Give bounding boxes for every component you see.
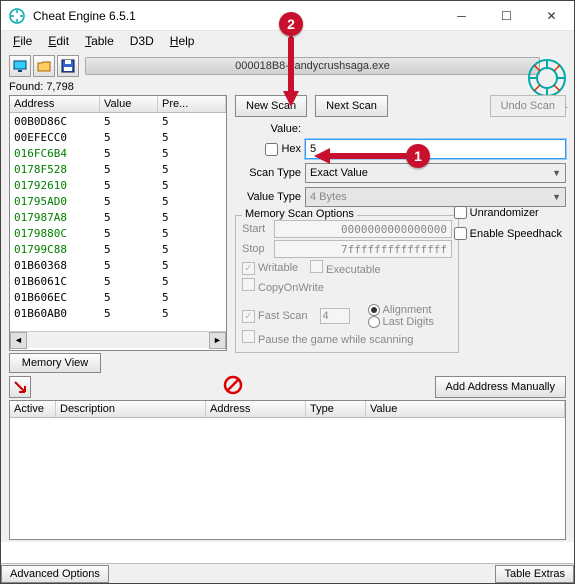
open-process-button[interactable] <box>9 55 31 77</box>
annotation-1: 1 <box>406 144 430 168</box>
ct-col-desc[interactable]: Description <box>56 401 206 417</box>
hex-label: Hex <box>281 143 301 155</box>
save-button[interactable] <box>57 55 79 77</box>
app-icon <box>9 8 25 24</box>
table-row[interactable]: 0178F52855 <box>10 161 226 177</box>
folder-open-icon <box>37 59 51 73</box>
table-row[interactable]: 0179880C55 <box>10 225 226 241</box>
col-value[interactable]: Value <box>100 96 158 112</box>
table-row[interactable]: 01799C8855 <box>10 241 226 257</box>
annotation-2-arrowhead <box>283 91 299 107</box>
fastscan-input[interactable] <box>320 308 350 324</box>
main-panel: 000018B8-candycrushsaga.exe Settings Fou… <box>1 51 574 542</box>
unrandomizer-checkbox[interactable] <box>454 206 467 219</box>
ct-col-addr[interactable]: Address <box>206 401 306 417</box>
writable-checkbox[interactable]: ✓ <box>242 262 255 275</box>
lastdigits-radio[interactable] <box>368 316 380 328</box>
close-button[interactable]: ✕ <box>529 1 574 31</box>
menu-table[interactable]: Table <box>77 32 122 50</box>
start-label: Start <box>242 223 274 235</box>
table-row[interactable]: 01B606EC55 <box>10 289 226 305</box>
cheatengine-logo-icon[interactable] <box>526 57 568 99</box>
value-label: Value: <box>235 123 305 135</box>
ct-col-active[interactable]: Active <box>10 401 56 417</box>
menu-file[interactable]: File <box>5 32 40 50</box>
table-row[interactable]: 0179261055 <box>10 177 226 193</box>
menu-d3d[interactable]: D3D <box>122 32 162 50</box>
advanced-options-button[interactable]: Advanced Options <box>1 565 109 583</box>
menu-help[interactable]: Help <box>162 32 203 50</box>
stop-label: Stop <box>242 243 274 255</box>
annotation-1-arrow <box>328 153 408 159</box>
scantype-label: Scan Type <box>235 167 305 179</box>
window-title: Cheat Engine 6.5.1 <box>33 9 439 23</box>
col-address[interactable]: Address <box>10 96 100 112</box>
valuetype-label: Value Type <box>235 191 305 203</box>
arrow-down-right-icon <box>13 380 27 394</box>
executable-checkbox[interactable] <box>310 260 323 273</box>
ct-col-type[interactable]: Type <box>306 401 366 417</box>
next-scan-button[interactable]: Next Scan <box>315 95 388 117</box>
table-row[interactable]: 01B6036855 <box>10 257 226 273</box>
cheat-table[interactable]: Active Description Address Type Value <box>9 400 566 540</box>
found-count: 7,798 <box>46 81 74 93</box>
annotation-1-arrowhead <box>314 148 330 164</box>
results-table[interactable]: Address Value Pre... 00B0D86C5500EFECC05… <box>9 95 227 351</box>
alignment-radio[interactable] <box>368 304 380 316</box>
table-extras-button[interactable]: Table Extras <box>495 565 574 583</box>
chevron-down-icon: ▼ <box>552 168 561 178</box>
open-file-button[interactable] <box>33 55 55 77</box>
scroll-right-icon[interactable]: ► <box>209 332 226 349</box>
minimize-button[interactable]: ─ <box>439 1 484 31</box>
table-row[interactable]: 00EFECC055 <box>10 129 226 145</box>
stop-input[interactable] <box>274 240 452 258</box>
table-row[interactable]: 016FC6B455 <box>10 145 226 161</box>
memopts-legend: Memory Scan Options <box>242 208 357 220</box>
table-row[interactable]: 01795AD055 <box>10 193 226 209</box>
table-row[interactable]: 00B0D86C55 <box>10 113 226 129</box>
ct-col-val[interactable]: Value <box>366 401 565 417</box>
col-prev[interactable]: Pre... <box>158 96 226 112</box>
maximize-button[interactable]: ☐ <box>484 1 529 31</box>
table-row[interactable]: 017987A855 <box>10 209 226 225</box>
fastscan-checkbox[interactable]: ✓ <box>242 310 255 323</box>
process-bar[interactable]: 000018B8-candycrushsaga.exe <box>85 57 540 75</box>
speedhack-label: Enable Speedhack <box>470 228 562 240</box>
copyonwrite-checkbox[interactable] <box>242 278 255 291</box>
hex-checkbox[interactable] <box>265 143 278 156</box>
chevron-down-icon: ▼ <box>552 192 561 202</box>
no-sign-icon[interactable] <box>223 375 243 395</box>
add-to-list-button[interactable] <box>9 376 31 398</box>
scantype-combo[interactable]: Exact Value▼ <box>305 163 566 183</box>
scroll-left-icon[interactable]: ◄ <box>10 332 27 349</box>
speedhack-checkbox[interactable] <box>454 227 467 240</box>
menu-edit[interactable]: Edit <box>40 32 77 50</box>
add-address-manually-button[interactable]: Add Address Manually <box>435 376 566 398</box>
floppy-icon <box>61 59 75 73</box>
memory-view-button[interactable]: Memory View <box>9 353 101 373</box>
statusbar: Advanced Options Table Extras <box>1 563 574 583</box>
annotation-2-arrow <box>288 36 294 94</box>
unrandomizer-label: Unrandomizer <box>470 207 539 219</box>
table-row[interactable]: 01B60AB055 <box>10 305 226 321</box>
pausegame-checkbox[interactable] <box>242 330 255 343</box>
results-hscroll[interactable]: ◄ ► <box>10 331 226 348</box>
annotation-2: 2 <box>279 12 303 36</box>
start-input[interactable] <box>274 220 452 238</box>
monitor-icon <box>13 59 27 73</box>
table-row[interactable]: 01B6061C55 <box>10 273 226 289</box>
undo-scan-button[interactable]: Undo Scan <box>490 95 566 117</box>
memory-scan-options: Memory Scan Options Start Stop ✓Writable… <box>235 215 459 353</box>
